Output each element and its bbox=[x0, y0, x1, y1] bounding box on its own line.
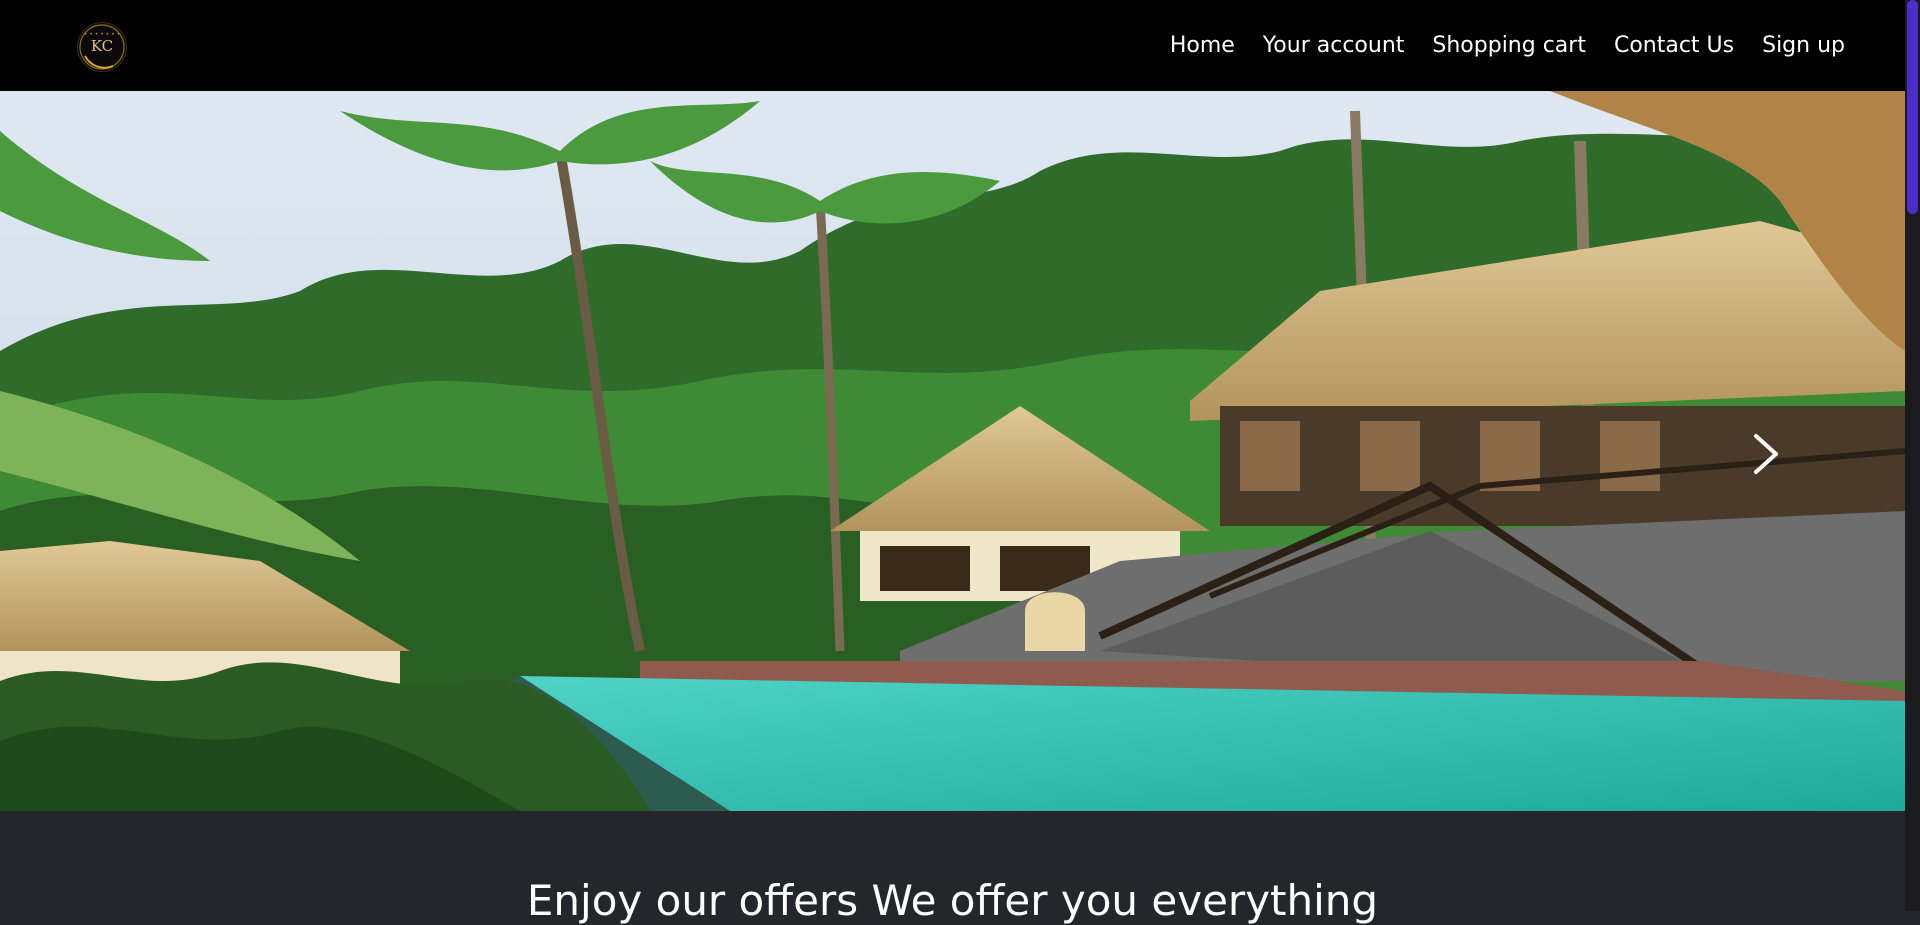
logo-emblem-icon: KC • • • • • • • bbox=[79, 24, 125, 70]
nav-contact-us-link[interactable]: Contact Us bbox=[1614, 33, 1734, 58]
offers-section: Enjoy our offers We offer you everything bbox=[0, 811, 1905, 925]
hero-resort-image bbox=[0, 91, 1905, 811]
main-navigation: Home Your account Shopping cart Contact … bbox=[1170, 0, 1845, 91]
offers-heading: Enjoy our offers We offer you everything bbox=[526, 876, 1379, 925]
page-scrollbar[interactable] bbox=[1905, 0, 1920, 911]
chevron-right-icon bbox=[1754, 434, 1778, 474]
logo-ring-text: • • • • • • • bbox=[84, 31, 120, 38]
brand-logo[interactable]: KC • • • • • • • bbox=[77, 22, 127, 72]
top-navbar: KC • • • • • • • Home Your account Shopp… bbox=[0, 0, 1905, 91]
hero-carousel bbox=[0, 91, 1905, 811]
scrollbar-thumb[interactable] bbox=[1907, 0, 1918, 214]
nav-home-link[interactable]: Home bbox=[1170, 33, 1235, 58]
nav-sign-up-link[interactable]: Sign up bbox=[1762, 33, 1845, 58]
nav-shopping-cart-link[interactable]: Shopping cart bbox=[1432, 33, 1586, 58]
nav-your-account-link[interactable]: Your account bbox=[1263, 33, 1405, 58]
logo-initials: KC bbox=[91, 37, 113, 55]
carousel-next-button[interactable] bbox=[1744, 426, 1788, 482]
